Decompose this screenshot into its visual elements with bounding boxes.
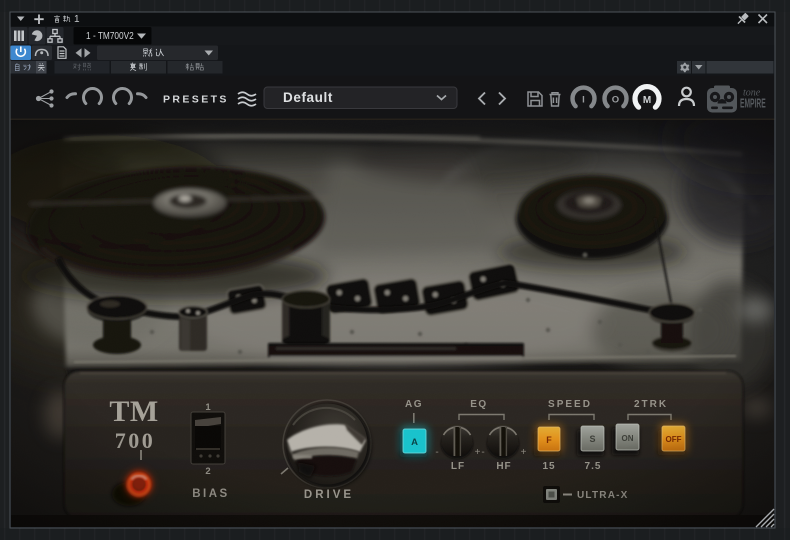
svg-text:Default: Default xyxy=(283,90,333,105)
svg-text:PRESETS: PRESETS xyxy=(163,94,229,106)
svg-text:I: I xyxy=(582,95,585,106)
svg-text:O: O xyxy=(612,95,619,106)
svg-text:1: 1 xyxy=(74,14,80,25)
svg-text:M: M xyxy=(643,95,651,106)
svg-text:1 - TM700V2: 1 - TM700V2 xyxy=(86,30,134,42)
svg-text:EMPIRE: EMPIRE xyxy=(740,98,766,112)
